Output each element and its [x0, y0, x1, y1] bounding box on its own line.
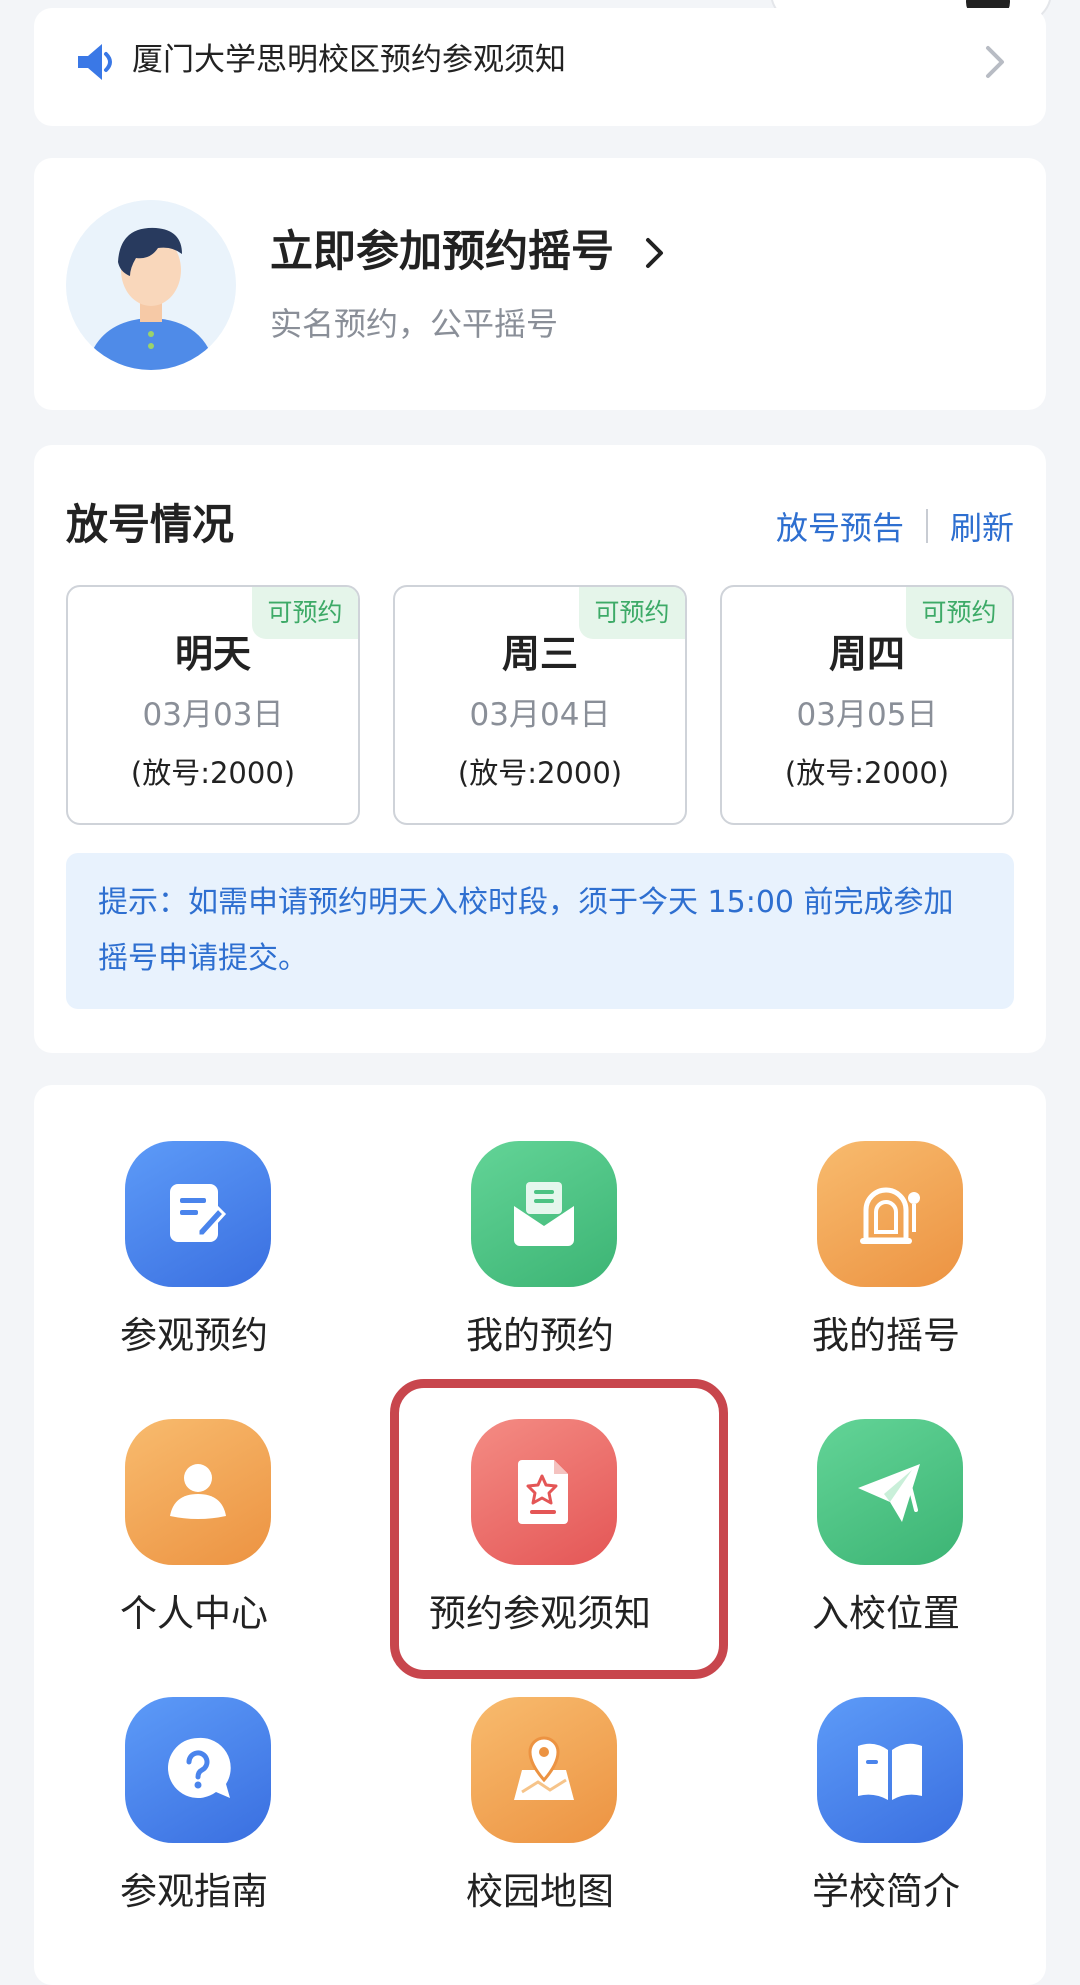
edit-note-icon [170, 1184, 227, 1242]
menu-label: 参观预约 [120, 1314, 268, 1357]
day-card-tomorrow[interactable]: 可预约 明天 03月03日 (放号:2000) [66, 585, 360, 825]
menu-label: 学校简介 [812, 1870, 960, 1913]
menu-my-bookings[interactable]: 我的预约 [380, 1141, 700, 1381]
menu-personal-center[interactable]: 个人中心 [34, 1419, 354, 1659]
menu-label: 个人中心 [120, 1592, 268, 1635]
function-menu: 参观预约 我的预约 我的摇号 个人中心 预约参观须知 入校位置 参观指南 校园地… [34, 1085, 1046, 1985]
envelope-icon [514, 1182, 574, 1246]
join-lottery-card[interactable]: 立即参加预约摇号 实名预约，公平摇号 [34, 158, 1046, 410]
notice-bar[interactable]: 厦门大学思明校区预约参观须知 [34, 8, 1046, 126]
release-status-card: 放号情况 放号预告 刷新 可预约 明天 03月03日 (放号:2000) 可预约… [34, 445, 1046, 1053]
speaker-icon [78, 44, 112, 80]
lottery-machine-icon [860, 1187, 920, 1244]
join-lottery-subtitle: 实名预约，公平摇号 [270, 305, 559, 343]
menu-school-intro[interactable]: 学校简介 [726, 1697, 1046, 1937]
release-preview-link[interactable]: 放号预告 [776, 503, 904, 549]
join-lottery-title: 立即参加预约摇号 [270, 227, 614, 277]
menu-label: 校园地图 [466, 1870, 614, 1913]
day-date: 03月04日 [469, 697, 611, 733]
user-icon [170, 1464, 226, 1519]
day-name: 周三 [501, 632, 578, 676]
menu-entry-location[interactable]: 入校位置 [726, 1419, 1046, 1659]
day-name: 周四 [828, 632, 905, 676]
map-pin-icon [514, 1736, 574, 1800]
day-name: 明天 [174, 632, 251, 676]
release-count: (放号:2000) [130, 756, 296, 790]
section-title: 放号情况 [66, 500, 235, 549]
menu-label: 我的摇号 [812, 1314, 960, 1357]
avatar-illustration [66, 200, 236, 370]
menu-visit-guide[interactable]: 参观指南 [34, 1697, 354, 1937]
menu-visit-booking[interactable]: 参观预约 [34, 1141, 354, 1381]
day-card-wednesday[interactable]: 可预约 周三 03月04日 (放号:2000) [393, 585, 687, 825]
day-date: 03月05日 [796, 697, 938, 733]
menu-label: 我的预约 [466, 1314, 614, 1357]
release-count: (放号:2000) [457, 756, 623, 790]
release-count: (放号:2000) [784, 756, 950, 790]
notice-text: 厦门大学思明校区预约参观须知 [132, 42, 566, 78]
highlight-frame [390, 1379, 728, 1679]
paper-plane-icon [858, 1464, 920, 1522]
chevron-right-icon [986, 46, 1004, 78]
menu-campus-map[interactable]: 校园地图 [380, 1697, 700, 1937]
release-links: 放号预告 刷新 [776, 503, 1014, 549]
menu-label: 参观指南 [120, 1870, 268, 1913]
question-bubble-icon [168, 1737, 231, 1798]
day-card-thursday[interactable]: 可预约 周四 03月05日 (放号:2000) [720, 585, 1014, 825]
deadline-tip: 提示：如需申请预约明天入校时段，须于今天 15:00 前完成参加摇号申请提交。 [66, 853, 1014, 1009]
chevron-right-icon [646, 238, 663, 268]
menu-label: 入校位置 [812, 1592, 960, 1635]
open-book-icon [858, 1743, 922, 1800]
divider [925, 509, 928, 543]
refresh-link[interactable]: 刷新 [950, 503, 1014, 549]
day-date: 03月03日 [142, 697, 284, 733]
menu-my-lottery[interactable]: 我的摇号 [726, 1141, 1046, 1381]
